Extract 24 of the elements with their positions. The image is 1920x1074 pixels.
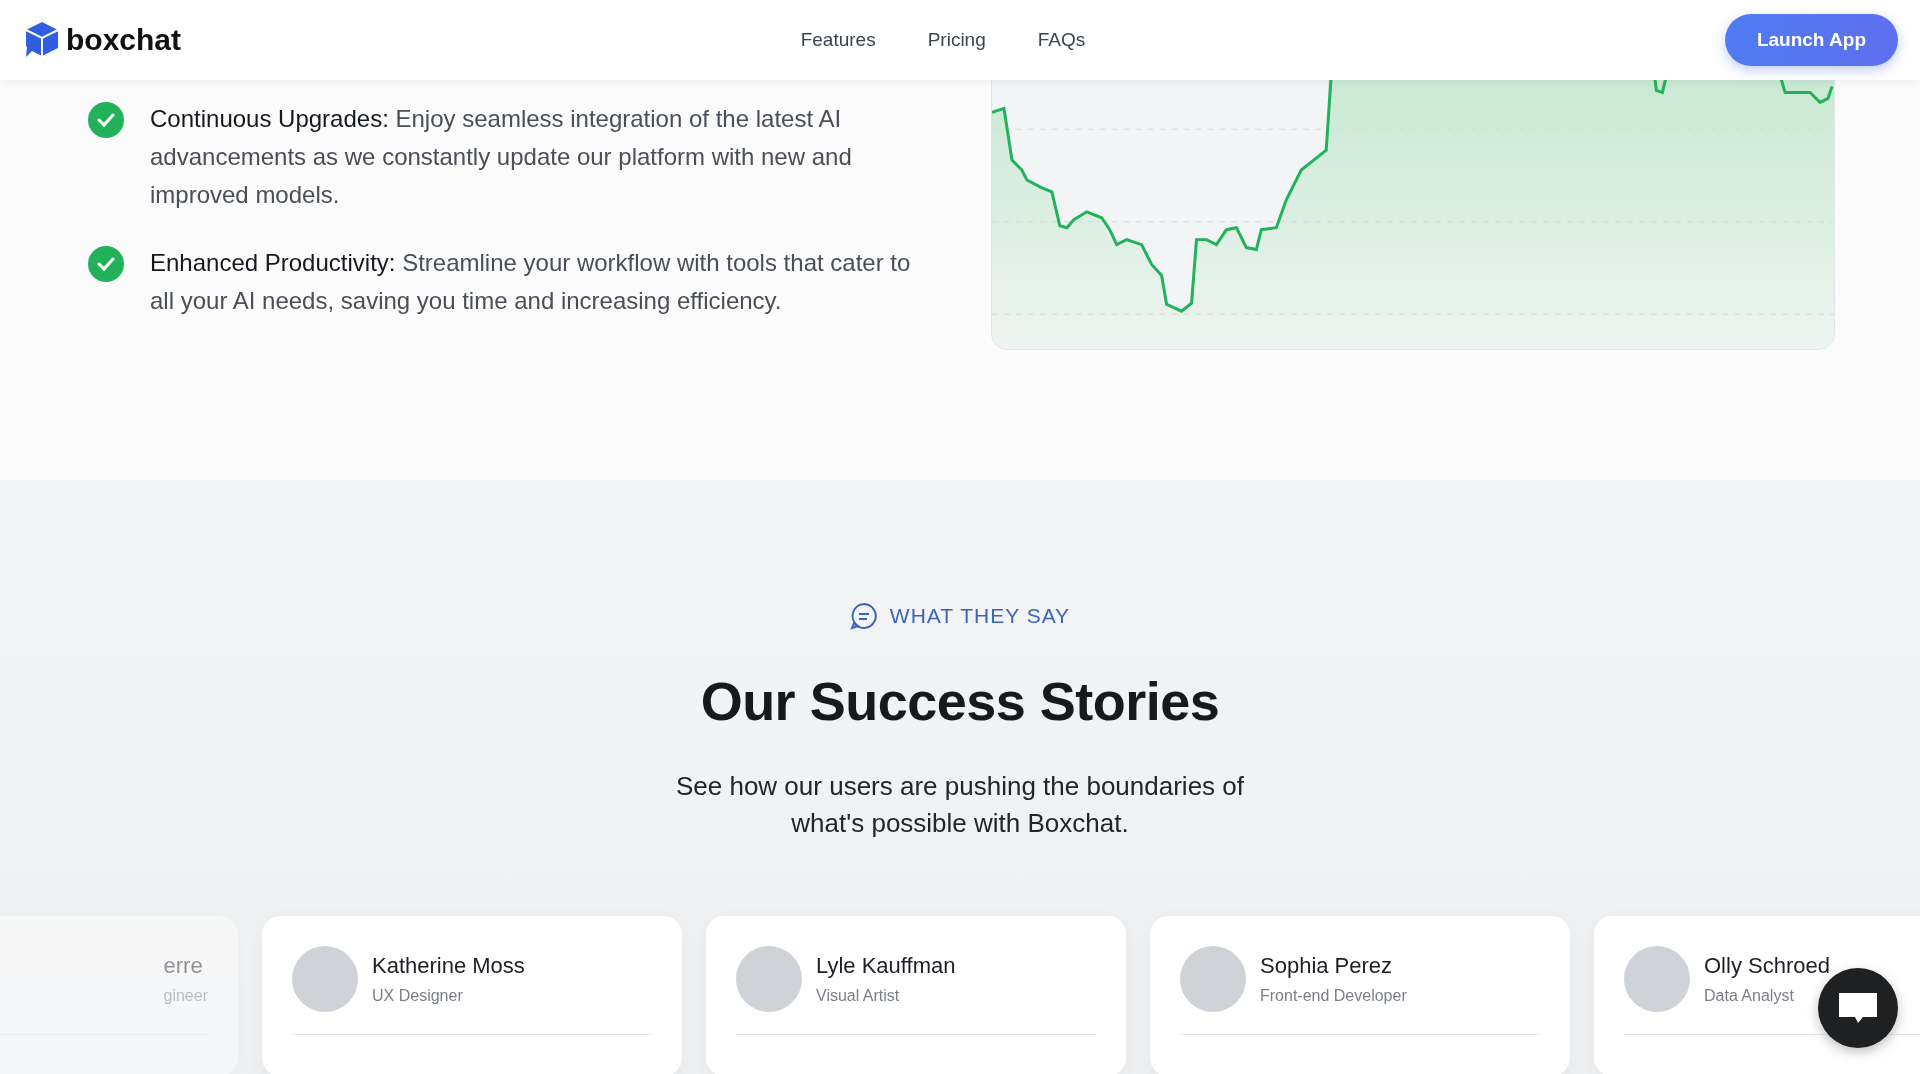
person-name: Lyle Kauffman [816,953,956,979]
person-name: Katherine Moss [372,953,525,979]
check-icon [88,102,124,138]
person-role: UX Designer [372,987,464,1005]
check-icon [88,246,124,282]
nav-link[interactable]: Pricing [927,29,986,51]
nav-link[interactable]: FAQs [1037,29,1086,51]
person-role: Visual Artist [816,987,901,1005]
feature-text: Enhanced Productivity: Streamline your workflow with tools that cater to all your AI needs, saving you time and increasing efficiency. [150,248,912,316]
section-eyebrow: WHAT THEY SAY [889,604,1071,628]
speech-bubble-icon [1837,991,1879,1025]
person-role: Data Analyst [1704,987,1795,1005]
logo-text: boxchat [66,23,182,57]
section-subtitle: See how our users are pushing the boundaries of what's possible with Boxchat. [674,770,1245,840]
chat-icon [849,602,878,630]
person-role: Front-end Developer [1260,987,1407,1005]
feature-text: Continuous Upgrades: Enjoy seamless integration of the latest AI advancements as we constantly update our platform with new and improved models. [150,104,853,210]
person-name: erre [163,953,204,979]
person-role: gineer [163,987,208,1005]
person-name: Sophia Perez [1260,953,1394,979]
nav-link[interactable]: Features [800,29,876,51]
person-name: Olly Schroed [1704,953,1830,979]
section-heading: Our Success Stories [700,670,1220,732]
launch-app-button[interactable]: Launch App [1724,14,1898,66]
